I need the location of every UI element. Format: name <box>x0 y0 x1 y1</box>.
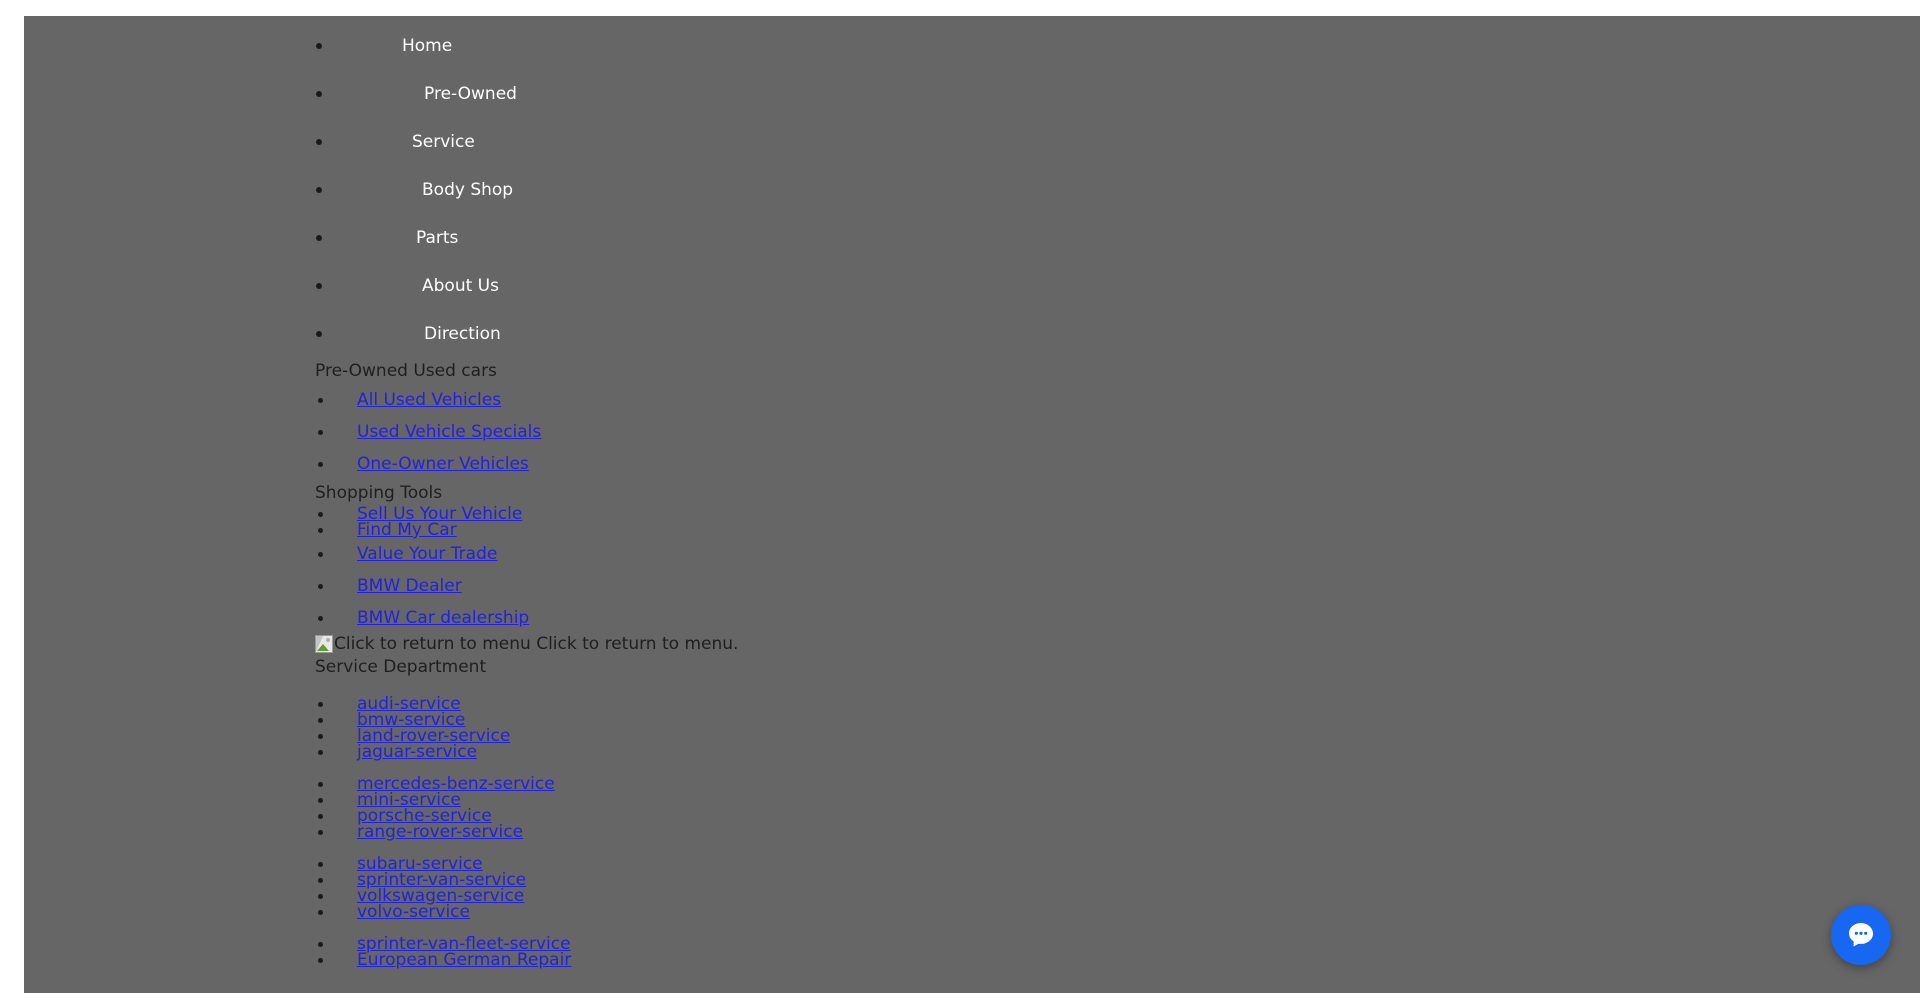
link-value-your-trade[interactable]: Value Your Trade <box>357 544 497 564</box>
link-jaguar-service[interactable]: jaguar-service <box>357 742 477 762</box>
page-body: Home Pre-Owned Service Body Shop Parts About … <box>24 16 1920 993</box>
service-link-group: subaru-service sprinter-van-service volksw… <box>315 856 1920 922</box>
list-bullet-icon <box>316 139 322 145</box>
link-used-vehicle-specials[interactable]: Used Vehicle Specials <box>357 422 541 442</box>
list-item: Find My Car <box>315 520 1920 540</box>
list-item: volkswagen-service <box>315 888 1920 905</box>
list-item: range-rover-service <box>315 822 1920 842</box>
service-link-group: mercedes-benz-service mini-service porsche… <box>315 776 1920 842</box>
service-link-group: sprinter-van-fleet-service European Germa… <box>315 936 1920 970</box>
pre-owned-heading: Pre-Owned Used cars <box>315 361 497 381</box>
list-item: Used Vehicle Specials <box>315 416 1920 448</box>
main-menu-item-home[interactable]: Home <box>24 22 1920 70</box>
list-bullet-icon <box>316 43 322 49</box>
main-menu-item-about-us[interactable]: About Us <box>24 262 1920 310</box>
service-department-groups: audi-service bmw-service land-rover-servic… <box>24 680 1920 970</box>
pre-owned-link-list: All Used Vehicles Used Vehicle Specials On… <box>315 384 1920 480</box>
list-item: One-Owner Vehicles <box>315 448 1920 480</box>
main-menu-item-pre-owned[interactable]: Pre-Owned <box>24 70 1920 118</box>
main-menu-item-body-shop[interactable]: Body Shop <box>24 166 1920 214</box>
list-item: land-rover-service <box>315 728 1920 745</box>
link-bmw-dealer[interactable]: BMW Dealer <box>357 576 462 596</box>
list-item: Value Your Trade <box>315 538 1920 570</box>
list-item: porsche-service <box>315 808 1920 825</box>
link-bmw-car-dealership[interactable]: BMW Car dealership <box>357 608 529 628</box>
main-navigation-menu: Home Pre-Owned Service Body Shop Parts About … <box>24 16 1920 358</box>
list-item: sprinter-van-service <box>315 872 1920 889</box>
chat-widget-button[interactable] <box>1831 905 1891 965</box>
broken-image-icon <box>315 635 333 653</box>
shopping-tools-link-list: Sell Us Your Vehicle Find My Car Value You… <box>315 506 1920 634</box>
list-item: audi-service <box>315 696 1920 713</box>
list-item: jaguar-service <box>315 742 1920 762</box>
main-menu-item-direction[interactable]: Direction <box>24 310 1920 358</box>
link-volvo-service[interactable]: volvo-service <box>357 902 470 922</box>
link-all-used-vehicles[interactable]: All Used Vehicles <box>357 390 501 410</box>
main-menu-item-label: Direction <box>424 324 501 344</box>
list-bullet-icon <box>316 91 322 97</box>
list-bullet-icon <box>316 187 322 193</box>
list-item: mercedes-benz-service <box>315 776 1920 793</box>
link-find-my-car[interactable]: Find My Car <box>357 520 457 540</box>
service-department-heading: Service Department <box>315 657 487 677</box>
main-menu-item-label: Service <box>412 132 475 152</box>
list-item: BMW Car dealership <box>315 602 1920 634</box>
main-menu-item-label: About Us <box>422 276 499 296</box>
list-item: volvo-service <box>315 902 1920 922</box>
return-to-menu-line[interactable]: Click to return to menu Click to return … <box>315 634 1920 654</box>
shopping-tools-heading: Shopping Tools <box>315 483 443 503</box>
list-item: bmw-service <box>315 712 1920 729</box>
main-menu-item-label: Body Shop <box>422 180 514 200</box>
service-link-group: audi-service bmw-service land-rover-servic… <box>315 696 1920 762</box>
list-bullet-icon <box>316 331 322 337</box>
list-item: European German Repair <box>315 950 1920 970</box>
link-european-german-repair[interactable]: European German Repair <box>357 950 571 970</box>
list-item: subaru-service <box>315 856 1920 873</box>
list-item: mini-service <box>315 792 1920 809</box>
list-item: All Used Vehicles <box>315 384 1920 416</box>
list-bullet-icon <box>316 283 322 289</box>
list-item: Sell Us Your Vehicle <box>315 506 1920 523</box>
main-menu-item-label: Parts <box>416 228 459 248</box>
main-menu-item-label: Home <box>402 36 453 56</box>
main-menu-item-label: Pre-Owned <box>424 84 517 104</box>
main-menu-item-service[interactable]: Service <box>24 118 1920 166</box>
main-menu-item-parts[interactable]: Parts <box>24 214 1920 262</box>
link-one-owner-vehicles[interactable]: One-Owner Vehicles <box>357 454 529 474</box>
link-range-rover-service[interactable]: range-rover-service <box>357 822 523 842</box>
return-to-menu-caption: Click to return to menu. <box>536 634 739 654</box>
list-item: BMW Dealer <box>315 570 1920 602</box>
return-to-menu-alt-text: Click to return to menu <box>334 634 531 654</box>
list-bullet-icon <box>316 235 322 241</box>
